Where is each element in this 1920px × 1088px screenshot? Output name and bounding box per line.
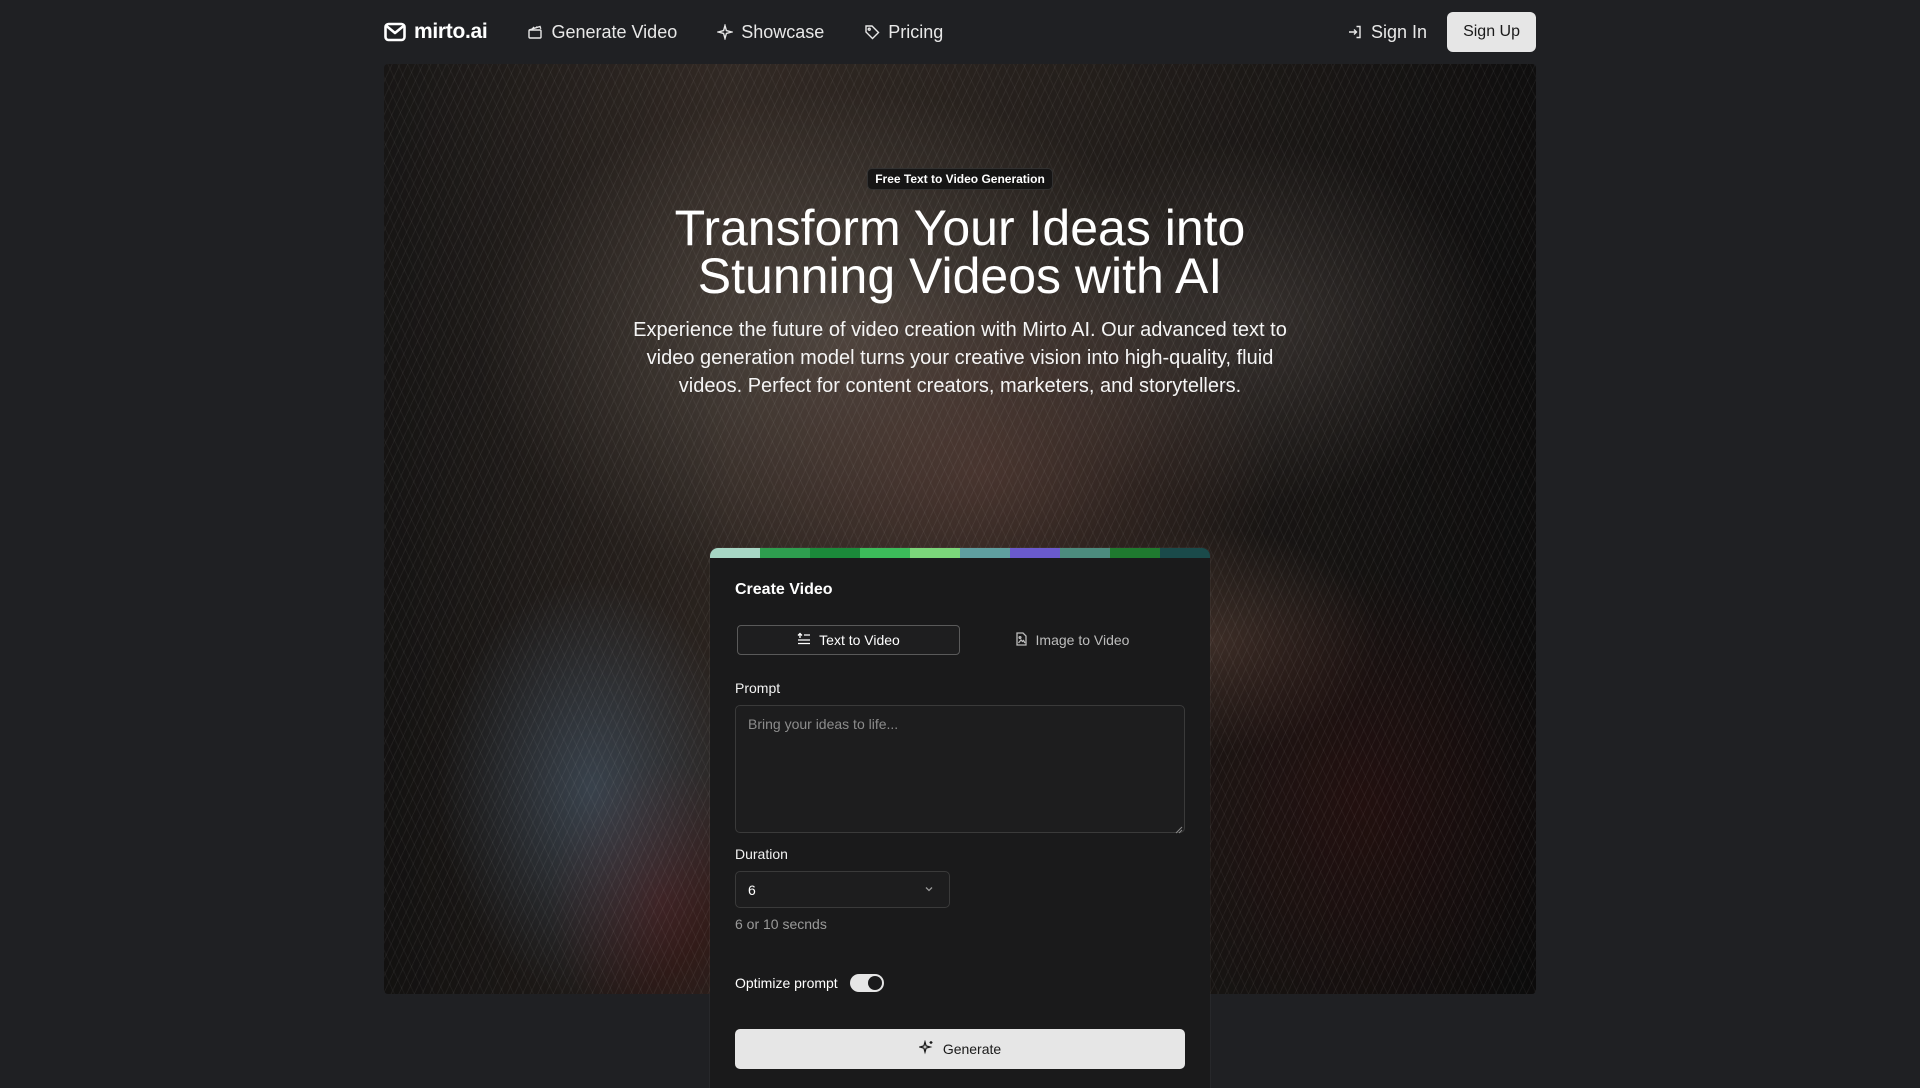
resize-grip-icon[interactable] xyxy=(1173,821,1183,834)
sign-in-label: Sign In xyxy=(1371,21,1428,42)
stripe-segment xyxy=(710,548,760,558)
duration-hint: 6 or 10 secnds xyxy=(735,916,827,932)
nav-auth: Sign In Sign Up xyxy=(1347,12,1536,52)
tab-label: Text to Video xyxy=(819,632,900,648)
sign-up-button[interactable]: Sign Up xyxy=(1447,12,1536,52)
sparkles-icon xyxy=(917,1039,934,1058)
stripe-segment xyxy=(1060,548,1110,558)
stripe-segment xyxy=(1110,548,1160,558)
tab-label: Image to Video xyxy=(1035,632,1130,648)
clapperboard-icon xyxy=(527,24,543,40)
stripe-segment xyxy=(910,548,960,558)
generate-button[interactable]: Generate xyxy=(735,1029,1185,1069)
card-title: Create Video xyxy=(735,581,833,598)
nav-link-generate-video[interactable]: Generate Video xyxy=(527,22,677,43)
tab-text-to-video[interactable]: Text to Video xyxy=(737,625,960,655)
nav-links: Generate Video Showcase Pricing xyxy=(527,22,943,43)
hero-subtitle: Experience the future of video creation … xyxy=(633,319,1287,397)
optimize-prompt-label: Optimize prompt xyxy=(735,975,838,991)
optimize-prompt-row: Optimize prompt xyxy=(735,974,884,992)
nav-link-label: Showcase xyxy=(741,21,825,42)
image-file-icon xyxy=(1014,631,1028,649)
logo-text: mirto.ai xyxy=(414,20,488,43)
toggle-knob xyxy=(867,976,882,990)
duration-value: 6 xyxy=(748,881,756,898)
hero-title: Transform Your Ideas into Stunning Video… xyxy=(674,200,1246,304)
nav-link-showcase[interactable]: Showcase xyxy=(717,22,824,43)
tab-image-to-video[interactable]: Image to Video xyxy=(960,625,1183,655)
color-stripe xyxy=(710,548,1210,558)
mode-tabs: Text to Video Image to Video xyxy=(737,625,1183,655)
hero-badge: Free Text to Video Generation xyxy=(867,168,1053,190)
sparkle-icon xyxy=(717,24,734,40)
sign-in-link[interactable]: Sign In xyxy=(1347,22,1427,43)
stripe-segment xyxy=(960,548,1010,558)
chevron-down-icon xyxy=(923,882,935,898)
nav-link-label: Generate Video xyxy=(551,21,678,42)
sign-in-icon xyxy=(1347,24,1363,40)
top-navbar: mirto.ai Generate Video Showcase Pricing… xyxy=(384,0,1536,64)
prompt-label: Prompt xyxy=(735,680,781,696)
stripe-segment xyxy=(760,548,810,558)
generate-label: Generate xyxy=(942,1041,1002,1057)
create-video-card: Create Video Text to Video Image to Vide… xyxy=(710,548,1210,1088)
logo-mark-icon xyxy=(384,22,406,42)
stripe-segment xyxy=(860,548,910,558)
prompt-input[interactable] xyxy=(735,705,1185,833)
stripe-segment xyxy=(1010,548,1060,558)
stripe-segment xyxy=(810,548,860,558)
text-lines-icon xyxy=(797,632,811,649)
duration-label: Duration xyxy=(735,846,788,862)
logo[interactable]: mirto.ai xyxy=(384,20,488,44)
optimize-prompt-toggle[interactable] xyxy=(849,974,884,992)
tag-icon xyxy=(864,24,880,40)
stripe-segment xyxy=(1160,548,1210,558)
nav-link-label: Pricing xyxy=(888,21,944,42)
duration-select[interactable]: 6 xyxy=(735,871,950,908)
hero-content: Free Text to Video Generation Transform … xyxy=(384,64,1536,400)
nav-link-pricing[interactable]: Pricing xyxy=(864,22,943,43)
